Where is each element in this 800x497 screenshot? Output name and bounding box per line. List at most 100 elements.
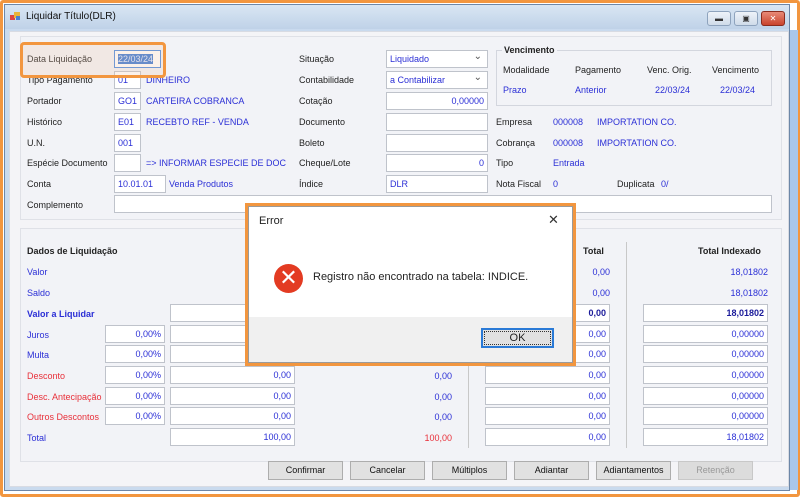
portador-input[interactable]: GO1 bbox=[114, 92, 141, 110]
vencimento-title: Vencimento bbox=[502, 45, 557, 55]
vencimento-header: Venc. Orig. bbox=[647, 65, 692, 75]
percent-input[interactable]: 0,00% bbox=[105, 366, 165, 384]
duplicata-value: 0/ bbox=[661, 179, 669, 189]
conta-label: Conta bbox=[27, 179, 52, 189]
nota-fiscal-label: Nota Fiscal bbox=[496, 179, 542, 189]
total-input[interactable]: 0,00 bbox=[485, 366, 610, 384]
tipo-label: Tipo bbox=[496, 158, 514, 168]
adiantamentos-button[interactable]: Adiantamentos bbox=[596, 461, 671, 480]
documento-label: Documento bbox=[299, 117, 346, 127]
percent-input[interactable]: 0,00% bbox=[105, 325, 165, 343]
ok-button[interactable]: OK bbox=[481, 328, 554, 348]
un-input[interactable]: 001 bbox=[114, 134, 141, 152]
especie-desc: => INFORMAR ESPECIE DE DOCUME bbox=[146, 158, 286, 168]
total-input[interactable]: 0,00 bbox=[485, 428, 610, 446]
contabilidade-label: Contabilidade bbox=[299, 75, 355, 85]
situacao-value: Liquidado bbox=[390, 54, 430, 64]
cancelar-button[interactable]: Cancelar bbox=[350, 461, 425, 480]
total-indexado-input[interactable]: 18,01802 bbox=[643, 304, 768, 322]
focus-highlight bbox=[20, 42, 166, 78]
complemento-label: Complemento bbox=[27, 200, 84, 210]
adjusted-value: 100,00 bbox=[424, 433, 452, 443]
app-icon bbox=[10, 12, 20, 20]
row-label: Juros bbox=[27, 330, 50, 340]
window-title: Liquidar Título(DLR) bbox=[26, 11, 116, 22]
row-label: Valor bbox=[27, 267, 48, 277]
total-indexado-input[interactable]: 0,00000 bbox=[643, 387, 768, 405]
situacao-select[interactable]: Liquidado bbox=[386, 50, 488, 68]
column-divider bbox=[626, 242, 627, 448]
dialog-title: Error bbox=[259, 215, 284, 227]
value-input[interactable]: 0,00 bbox=[170, 407, 295, 425]
value-input[interactable]: 0,00 bbox=[170, 387, 295, 405]
total-header: Total bbox=[583, 246, 604, 256]
percent-input[interactable]: 0,00% bbox=[105, 387, 165, 405]
vencimento-header: Vencimento bbox=[712, 65, 760, 75]
historico-desc: RECEBTO REF - VENDA bbox=[146, 117, 249, 127]
value-input[interactable]: 100,00 bbox=[170, 428, 295, 446]
total-indexado-input[interactable]: 0,00000 bbox=[643, 325, 768, 343]
indice-input[interactable]: DLR bbox=[386, 175, 488, 193]
especie-input[interactable] bbox=[114, 154, 141, 172]
tipo-value: Entrada bbox=[553, 158, 585, 168]
empresa-label: Empresa bbox=[496, 117, 533, 127]
situacao-label: Situação bbox=[299, 54, 335, 64]
close-button[interactable]: ✕ bbox=[761, 11, 785, 26]
venc-orig-value: 22/03/24 bbox=[655, 85, 691, 95]
desktop-edge bbox=[790, 30, 798, 490]
nota-fiscal-value: 0 bbox=[553, 179, 559, 189]
liquidacao-title: Dados de Liquidação bbox=[27, 246, 118, 256]
percent-input[interactable]: 0,00% bbox=[105, 345, 165, 363]
boleto-input[interactable] bbox=[386, 134, 488, 152]
documento-input[interactable] bbox=[386, 113, 488, 131]
empresa-code: 000008 bbox=[553, 117, 584, 127]
percent-input[interactable]: 0,00% bbox=[105, 407, 165, 425]
maximize-button[interactable]: ▣ bbox=[734, 11, 758, 26]
indice-label: Índice bbox=[299, 179, 324, 189]
un-label: U.N. bbox=[27, 138, 45, 148]
portador-label: Portador bbox=[27, 96, 62, 106]
cotacao-input[interactable]: 0,00000 bbox=[386, 92, 488, 110]
multiplos-button[interactable]: Múltiplos bbox=[432, 461, 507, 480]
empresa-name: IMPORTATION CO. bbox=[597, 117, 677, 127]
vencimento-header: Modalidade bbox=[503, 65, 550, 75]
total-indexado-input[interactable]: 0,00000 bbox=[643, 366, 768, 384]
dialog-close-icon[interactable]: ✕ bbox=[548, 212, 559, 228]
total-indexado-input[interactable]: 0,00000 bbox=[643, 407, 768, 425]
adiantar-button[interactable]: Adiantar bbox=[514, 461, 589, 480]
cotacao-label: Cotação bbox=[299, 96, 333, 106]
duplicata-label: Duplicata bbox=[617, 179, 655, 189]
vencimento-group bbox=[496, 50, 772, 106]
cheque-input[interactable]: 0 bbox=[386, 154, 488, 172]
confirmar-button[interactable]: Confirmar bbox=[268, 461, 343, 480]
total-indexado-header: Total Indexado bbox=[698, 246, 761, 256]
vencimento-value: 22/03/24 bbox=[720, 85, 756, 95]
value-input[interactable]: 0,00 bbox=[170, 366, 295, 384]
row-label: Valor a Liquidar bbox=[27, 309, 95, 319]
boleto-label: Boleto bbox=[299, 138, 325, 148]
row-label: Multa bbox=[27, 350, 50, 360]
total-indexado-value: 18,01802 bbox=[730, 288, 768, 298]
contabilidade-value: a Contabilizar bbox=[390, 75, 446, 85]
minimize-button[interactable]: ▬ bbox=[707, 11, 731, 26]
row-label: Desc. Antecipação bbox=[27, 392, 102, 402]
retencao-button: Retenção bbox=[678, 461, 753, 480]
conta-desc: Venda Produtos bbox=[169, 179, 234, 189]
historico-label: Histórico bbox=[27, 117, 63, 127]
cobranca-code: 000008 bbox=[553, 138, 584, 148]
title-bar bbox=[5, 5, 789, 29]
conta-input[interactable]: 10.01.01 bbox=[114, 175, 166, 193]
adjusted-value: 0,00 bbox=[434, 412, 452, 422]
total-indexado-input[interactable]: 0,00000 bbox=[643, 345, 768, 363]
total-input[interactable]: 0,00 bbox=[485, 387, 610, 405]
row-label: Total bbox=[27, 433, 47, 443]
historico-input[interactable]: E01 bbox=[114, 113, 141, 131]
pagamento-value: Anterior bbox=[575, 85, 607, 95]
contabilidade-select[interactable]: a Contabilizar bbox=[386, 71, 488, 89]
adjusted-value: 0,00 bbox=[434, 392, 452, 402]
total-input[interactable]: 0,00 bbox=[485, 407, 610, 425]
cheque-label: Cheque/Lote bbox=[299, 158, 351, 168]
cobranca-name: IMPORTATION CO. bbox=[597, 138, 677, 148]
error-icon: ✕ bbox=[274, 264, 303, 293]
total-indexado-input[interactable]: 18,01802 bbox=[643, 428, 768, 446]
